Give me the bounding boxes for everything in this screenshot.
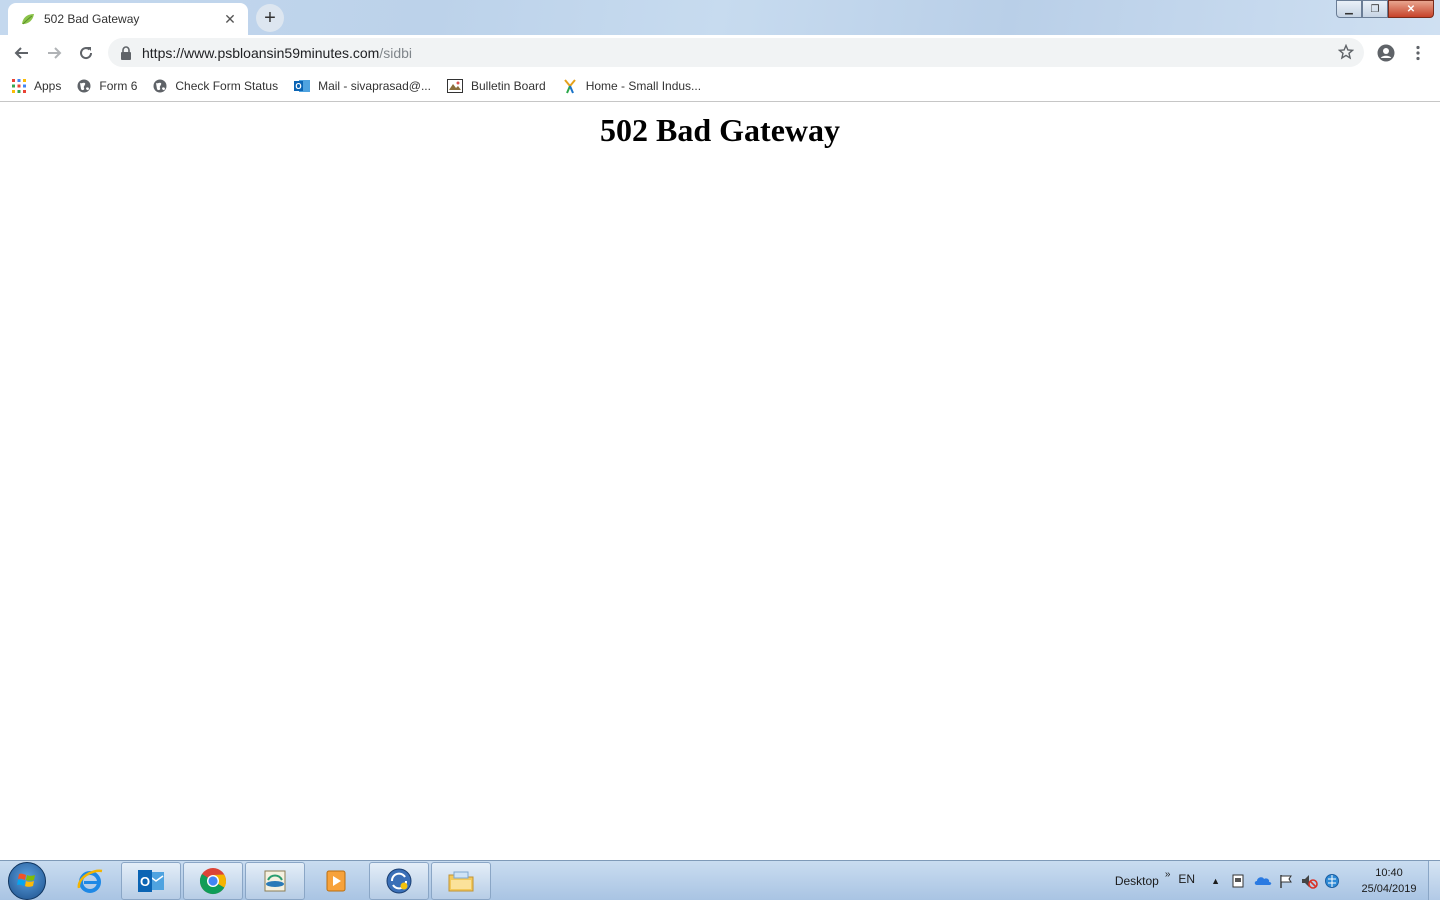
network-globe-icon[interactable] [1324, 873, 1340, 889]
bookmarks-bar: Apps Form 6 Check Form Status O Mail - s… [0, 70, 1440, 102]
arrow-left-icon [14, 46, 28, 59]
url-text: https://www.psbloansin59minutes.com/sidb… [142, 45, 412, 61]
taskbar-outlook[interactable]: O [121, 862, 181, 900]
globe-icon [77, 79, 91, 92]
language-indicator[interactable]: EN [1178, 872, 1195, 886]
back-button[interactable] [6, 37, 38, 69]
browser-tab[interactable]: 502 Bad Gateway ✕ [8, 3, 248, 35]
network-app-icon [264, 870, 286, 892]
media-player-icon [326, 870, 346, 892]
minimize-button[interactable]: ▁ [1336, 0, 1362, 18]
clock-date: 25/04/2019 [1361, 883, 1417, 895]
bookmark-form-6[interactable]: Form 6 [77, 79, 137, 93]
action-center-flag-icon[interactable] [1278, 873, 1294, 889]
taskbar-network-app[interactable] [245, 862, 305, 900]
page-content: 502 Bad Gateway [0, 103, 1440, 860]
bookmark-apps[interactable]: Apps [12, 78, 62, 93]
window-controls: ▁ ❐ ✕ [1336, 0, 1434, 18]
sidbi-icon [563, 78, 576, 93]
show-desktop-button[interactable] [1428, 861, 1440, 900]
desktop-toolbar-label[interactable]: Desktop [1115, 874, 1159, 888]
svg-text:O: O [295, 82, 301, 91]
tab-close-icon[interactable]: ✕ [222, 11, 238, 27]
address-bar[interactable]: https://www.psbloansin59minutes.com/sidb… [108, 38, 1364, 67]
window-title-bar: 502 Bad Gateway ✕ + ▁ ❐ ✕ [0, 0, 1440, 35]
internet-explorer-icon [77, 869, 103, 893]
url-path: /sidbi [379, 44, 413, 61]
account-icon [1377, 44, 1395, 62]
bookmark-label: Bulletin Board [470, 78, 546, 93]
taskbar-internet-explorer[interactable] [60, 862, 120, 900]
bulletin-icon [446, 78, 463, 93]
bookmark-label: Home - Small Indus... [585, 78, 702, 93]
sync-app-icon [386, 868, 412, 894]
bookmark-label: Apps [34, 78, 62, 93]
volume-muted-icon[interactable] [1300, 873, 1318, 889]
star-bookmark-icon[interactable] [1338, 44, 1354, 60]
taskbar-sync-app[interactable] [369, 862, 429, 900]
lock-icon [121, 45, 131, 60]
device-icon[interactable] [1230, 873, 1246, 889]
arrow-right-icon [48, 46, 62, 59]
reload-button[interactable] [70, 37, 102, 69]
chrome-icon [199, 868, 227, 895]
restore-button[interactable]: ❐ [1362, 0, 1388, 18]
apps-grid-icon [12, 78, 26, 93]
close-window-button[interactable]: ✕ [1388, 0, 1434, 18]
svg-text:O: O [140, 874, 150, 889]
bookmark-label: Mail - sivaprasad@... [318, 78, 431, 93]
outlook-icon: O [138, 870, 164, 892]
url-host: https://www.psbloansin59minutes.com [142, 44, 380, 61]
windows-logo-icon [17, 873, 35, 887]
taskbar-chrome[interactable] [183, 862, 243, 900]
bookmark-label: Form 6 [99, 78, 138, 93]
tab-title: 502 Bad Gateway [44, 12, 140, 26]
error-heading: 502 Bad Gateway [600, 112, 840, 148]
onedrive-icon[interactable] [1254, 873, 1272, 889]
outlook-icon: O [294, 79, 311, 92]
forward-button[interactable] [38, 37, 70, 69]
bookmark-mail[interactable]: O Mail - sivaprasad@... [294, 78, 431, 94]
file-explorer-icon [448, 871, 474, 892]
new-tab-button[interactable]: + [256, 4, 284, 32]
taskbar-media-player[interactable] [306, 862, 366, 900]
bookmark-bulletin-board[interactable]: Bulletin Board [446, 78, 546, 94]
toolbar-right-icons [1370, 37, 1434, 69]
system-tray: Desktop » EN ▲ 10:40 25/04/2019 [1115, 861, 1440, 900]
taskbar-file-explorer[interactable] [431, 862, 491, 900]
clock[interactable]: 10:40 25/04/2019 [1354, 865, 1424, 897]
chevron-right-icon[interactable]: » [1165, 869, 1171, 880]
bookmark-check-form-status[interactable]: Check Form Status [153, 79, 278, 93]
clock-time: 10:40 [1375, 867, 1403, 879]
leaf-icon [22, 14, 34, 25]
kebab-menu-icon [1416, 45, 1420, 61]
start-button[interactable] [8, 862, 46, 900]
menu-button[interactable] [1402, 37, 1434, 69]
windows-taskbar: O Desktop » EN ▲ 10:40 25/04/2019 [0, 860, 1440, 900]
bookmark-label: Check Form Status [175, 78, 279, 93]
reload-icon [80, 46, 93, 59]
globe-icon [153, 79, 167, 92]
show-hidden-icons-icon[interactable]: ▲ [1211, 876, 1220, 886]
browser-toolbar: https://www.psbloansin59minutes.com/sidb… [0, 35, 1440, 70]
profile-button[interactable] [1370, 37, 1402, 69]
bookmark-home-small-indus[interactable]: Home - Small Indus... [562, 78, 701, 94]
